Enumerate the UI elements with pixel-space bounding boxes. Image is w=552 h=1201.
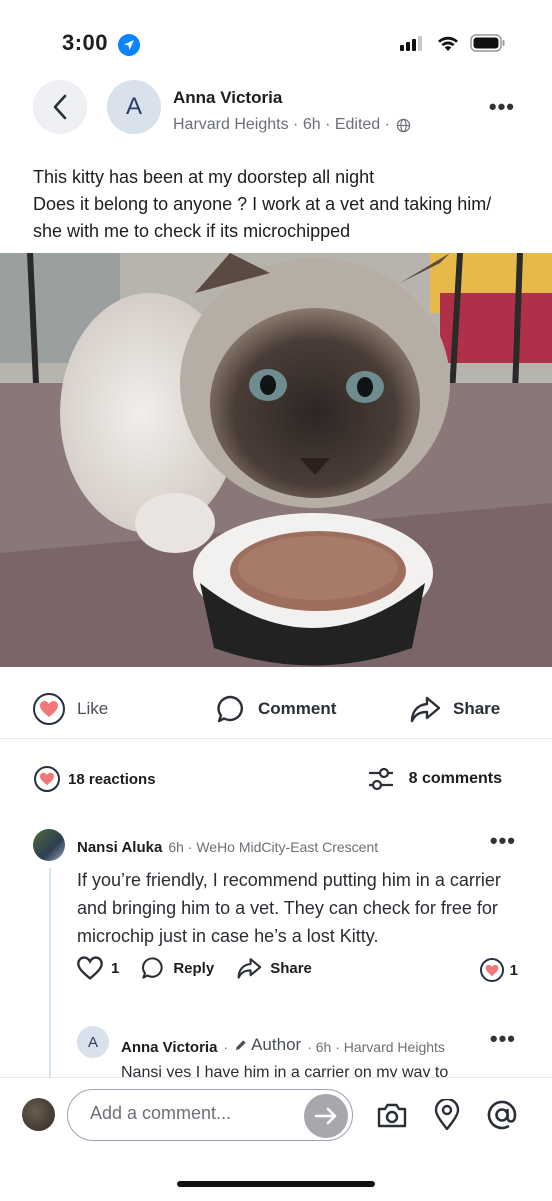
heart-icon [33, 693, 65, 725]
arrow-right-icon [314, 1107, 337, 1125]
at-sign-icon [487, 1100, 517, 1130]
post-text-line: she with me to check if its microchipped [33, 221, 351, 241]
map-pin-icon [434, 1099, 460, 1131]
comment-meta: 6h · WeHo MidCity-East Crescent [168, 839, 379, 855]
post-photo-cat[interactable] [0, 253, 552, 667]
location-button[interactable] [430, 1098, 464, 1132]
comments-count-label: 8 comments [408, 770, 502, 787]
post-text-line: This kitty has been at my doorstep all n… [33, 167, 375, 187]
reply-meta: · 6h · Harvard Heights [307, 1038, 445, 1055]
comment-header: Nansi Aluka 6h · WeHo MidCity-East Cresc… [77, 839, 378, 856]
commenter-avatar[interactable] [33, 829, 65, 861]
comment-label: Comment [258, 699, 337, 718]
comment-input[interactable] [88, 1102, 292, 1125]
post-action-bar: Like Comment Share [0, 685, 552, 733]
reply-author-name[interactable]: Anna Victoria [121, 1039, 217, 1056]
reactions-count: 18 reactions [68, 770, 156, 788]
like-button[interactable]: Like [33, 685, 108, 733]
mention-button[interactable] [485, 1098, 519, 1132]
camera-icon [377, 1103, 407, 1128]
heart-icon [34, 766, 60, 792]
reactions-summary[interactable]: 18 reactions [34, 766, 156, 792]
author-avatar[interactable]: A [107, 80, 161, 134]
comment-like-count: 1 [111, 959, 120, 977]
post-meta: Harvard Heights · 6h · Edited · [173, 116, 411, 134]
reply-button[interactable]: Reply [141, 956, 214, 980]
post-more-options-icon[interactable]: ••• [489, 94, 515, 120]
signal-icon [400, 36, 422, 51]
chevron-left-icon [53, 94, 67, 120]
send-button[interactable] [304, 1094, 348, 1138]
post-meta-text: Harvard Heights · 6h · Edited · [173, 116, 390, 133]
comment-actions: 1 Reply Share [77, 956, 312, 980]
comment-box[interactable] [67, 1089, 353, 1141]
comment-like-button[interactable]: 1 [77, 956, 119, 980]
reply-label: Reply [173, 959, 215, 977]
like-label: Like [77, 699, 109, 718]
camera-button[interactable] [375, 1098, 409, 1132]
author-badge-label: Author [251, 1035, 302, 1054]
thread-line [49, 868, 51, 1078]
location-arrow-icon [118, 34, 140, 56]
status-icons [400, 34, 506, 52]
comment-reaction-count: 1 [509, 961, 518, 979]
share-label: Share [453, 699, 501, 718]
battery-icon [470, 34, 505, 52]
heart-outline-icon [77, 956, 103, 980]
divider [0, 738, 552, 739]
comment-text: If you’re friendly, I recommend putting … [77, 870, 501, 946]
my-avatar[interactable] [22, 1098, 55, 1131]
share-arrow-icon [237, 958, 262, 979]
commenter-name[interactable]: Nansi Aluka [77, 839, 162, 856]
sliders-icon [368, 767, 393, 791]
home-indicator[interactable] [177, 1181, 375, 1187]
reply-header: Anna Victoria · Author · 6h · Harvard He… [121, 1035, 445, 1056]
comment-share-label: Share [270, 959, 312, 977]
share-arrow-icon [410, 696, 441, 723]
heart-icon [479, 958, 504, 982]
comment-button[interactable]: Comment [216, 685, 336, 733]
wifi-icon [438, 36, 458, 51]
reply-author-avatar[interactable]: A [77, 1026, 109, 1058]
back-button[interactable] [33, 80, 87, 134]
pencil-icon [235, 1039, 246, 1050]
comment-more-options-icon[interactable]: ••• [490, 828, 516, 854]
speech-bubble-icon [142, 957, 164, 979]
author-name[interactable]: Anna Victoria [173, 88, 282, 108]
speech-bubble-icon [217, 695, 244, 723]
comment-share-button[interactable]: Share [236, 956, 312, 980]
globe-icon [396, 118, 411, 132]
post-body: This kitty has been at my doorstep all n… [33, 164, 523, 245]
comment-reactions[interactable]: 1 [479, 958, 518, 982]
reply-more-options-icon[interactable]: ••• [490, 1026, 516, 1052]
comments-filter[interactable]: 8 comments [367, 766, 502, 792]
author-badge: Author [234, 1035, 301, 1055]
status-time: 3:00 [62, 30, 109, 55]
post-text-line: Does it belong to anyone ? I work at a v… [33, 194, 492, 214]
share-button[interactable]: Share [409, 685, 500, 733]
